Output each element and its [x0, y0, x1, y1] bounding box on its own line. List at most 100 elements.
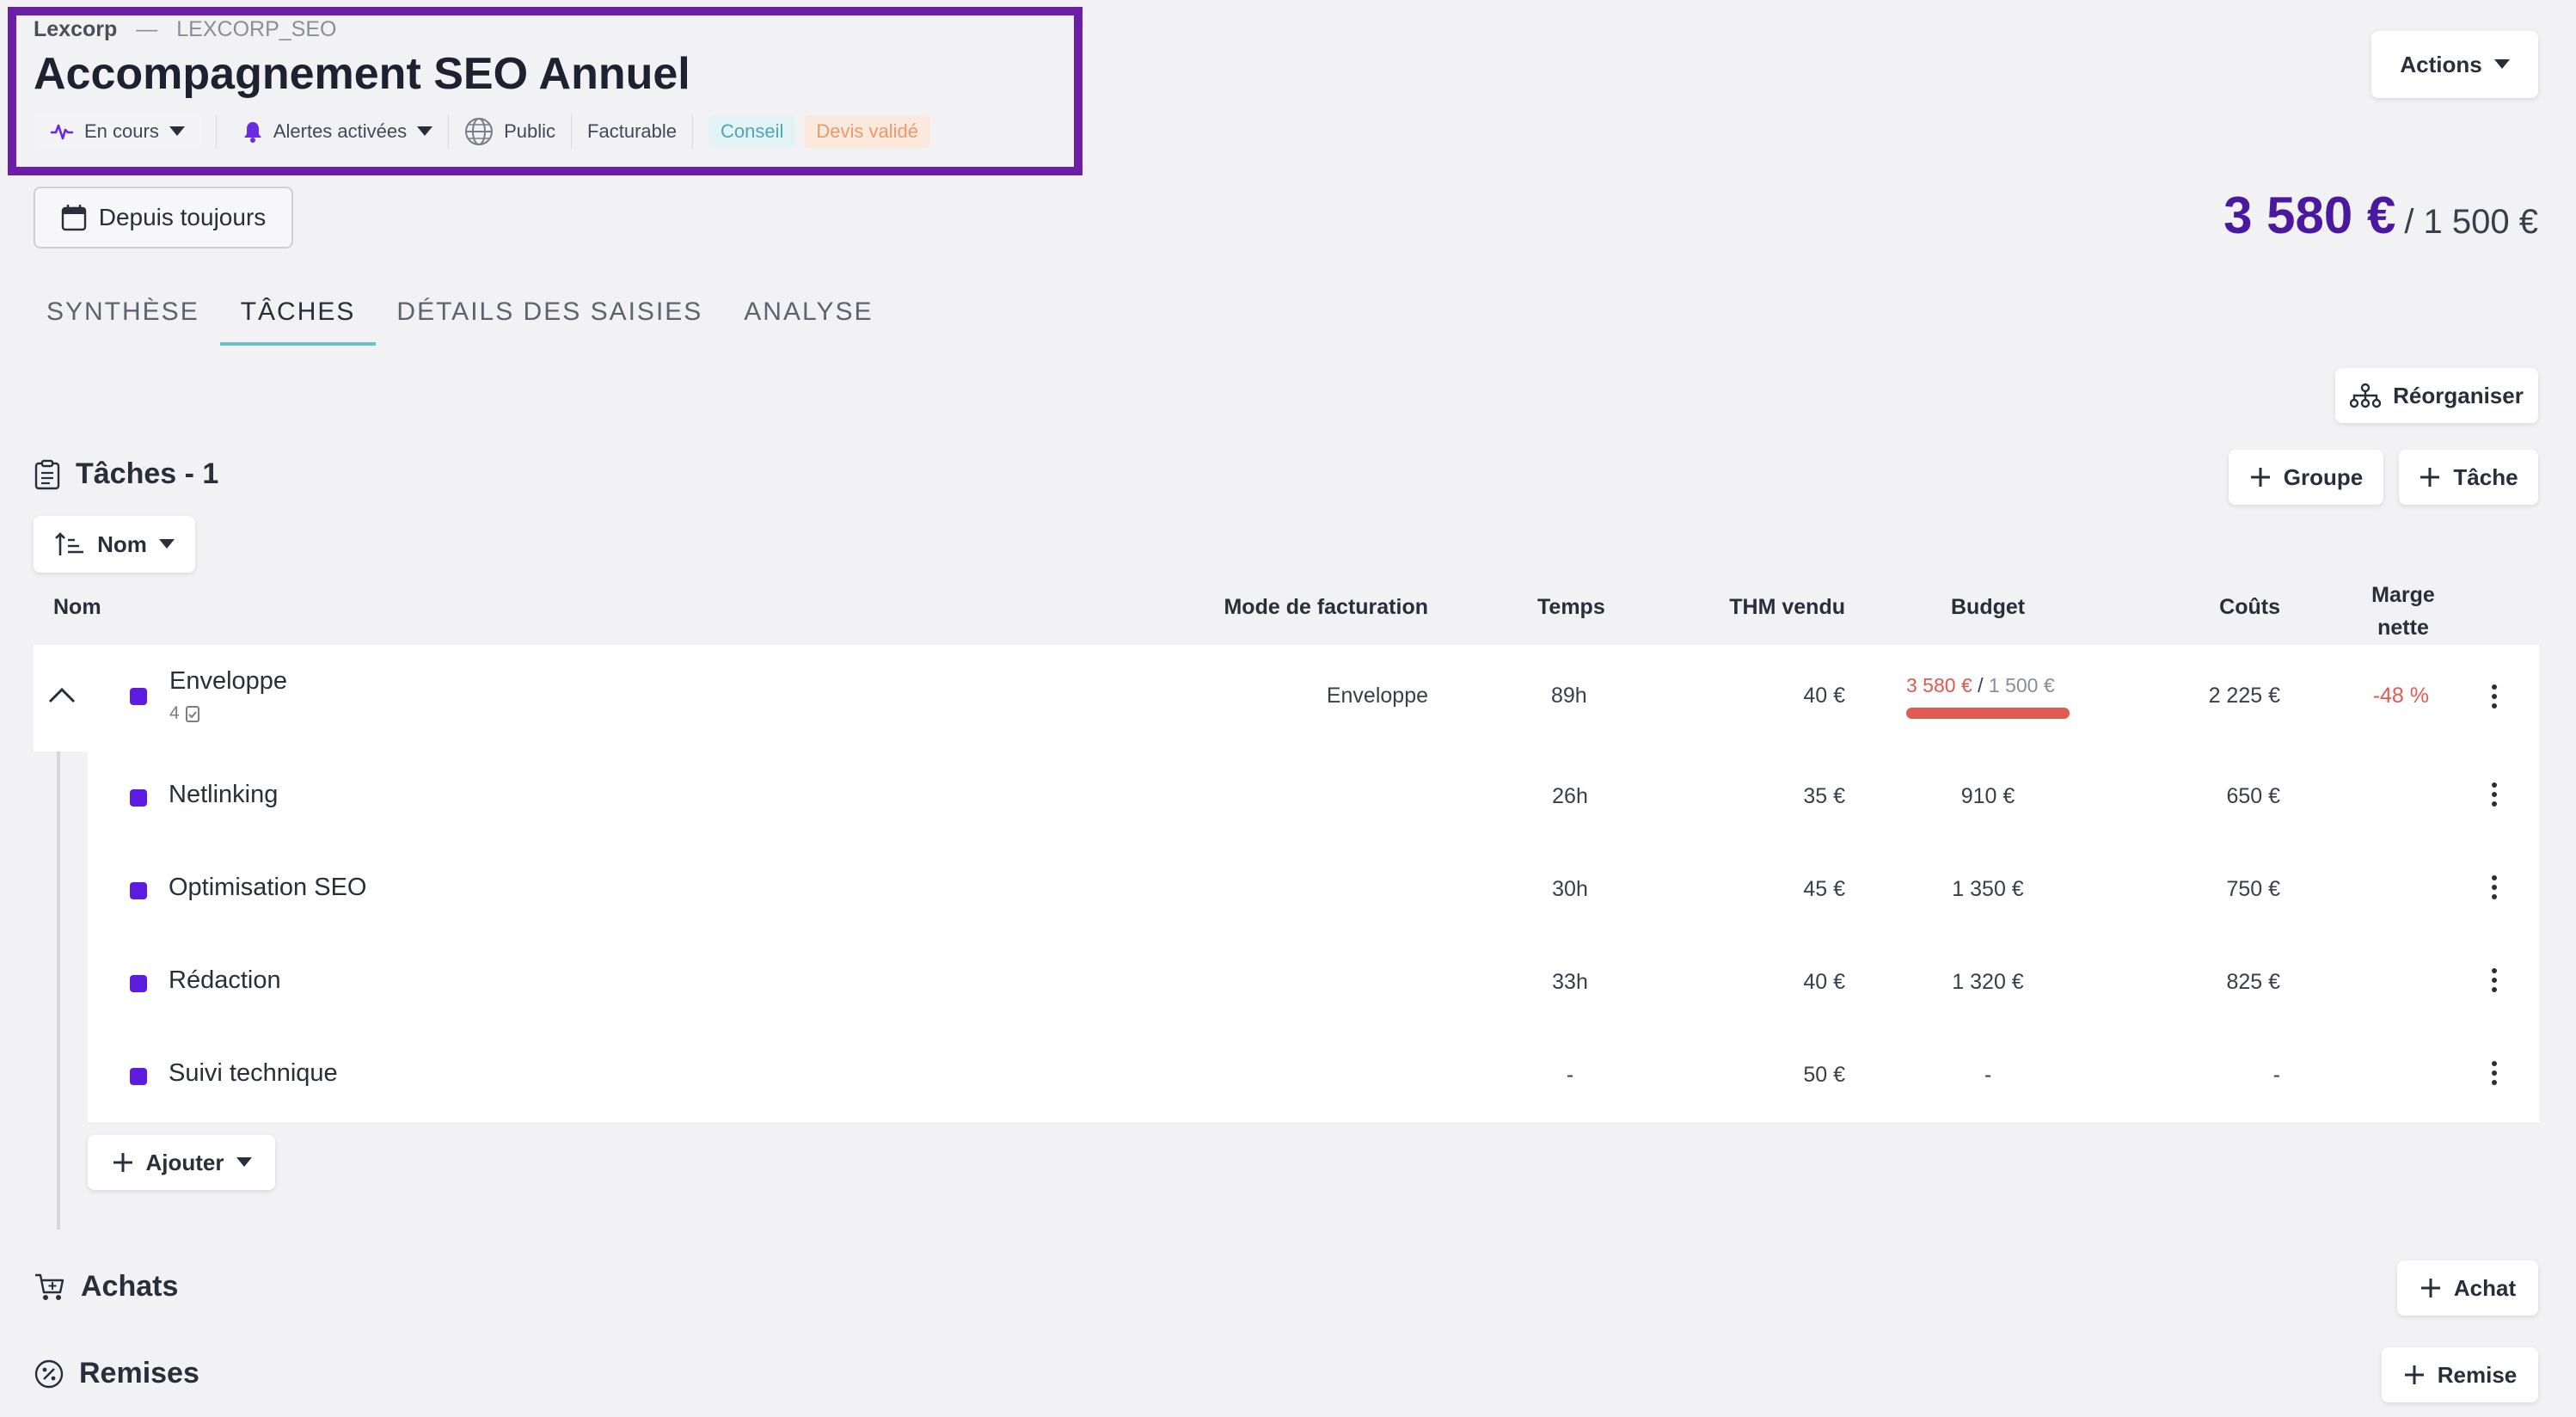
clipboard-icon — [34, 459, 60, 489]
billing-item[interactable]: Facturable — [572, 113, 692, 150]
column-header-margin[interactable]: Marge nette — [2371, 579, 2435, 644]
column-header-time[interactable]: Temps — [1537, 595, 1605, 620]
column-header-costs[interactable]: Coûts — [2219, 595, 2280, 620]
cart-icon — [35, 1273, 64, 1300]
add-purchase-label: Achat — [2453, 1274, 2517, 1301]
column-header-budget[interactable]: Budget — [1951, 595, 2025, 620]
group-count-value: 4 — [169, 703, 180, 723]
total-budget: / 1 500 € — [2404, 203, 2538, 241]
add-purchase-button[interactable]: Achat — [2397, 1261, 2538, 1316]
task-row[interactable] — [88, 751, 2539, 845]
task-color-dot — [130, 882, 147, 899]
task-costs: 825 € — [2226, 970, 2280, 994]
period-filter-button[interactable]: Depuis toujours — [34, 187, 293, 248]
task-thm: 45 € — [1803, 877, 1845, 901]
task-time: 33h — [1552, 970, 1588, 994]
status-dropdown[interactable]: En cours — [34, 113, 200, 150]
add-task-label: Tâche — [2453, 463, 2518, 490]
group-budget: 3 580 € / 1 500 € — [1906, 674, 2055, 697]
add-group-button[interactable]: Groupe — [2229, 450, 2383, 505]
alerts-label: Alertes activées — [273, 120, 408, 142]
reorganize-label: Réorganiser — [2393, 382, 2524, 408]
breadcrumb-separator: — — [136, 17, 158, 41]
task-more-icon[interactable] — [2492, 968, 2499, 997]
column-header-name[interactable]: Nom — [53, 595, 101, 620]
group-name[interactable]: Enveloppe — [169, 667, 287, 696]
task-name[interactable]: Rédaction — [169, 966, 281, 995]
caret-down-icon — [169, 126, 185, 136]
group-budget-total: 1 500 € — [1988, 674, 2055, 696]
group-budget-separator: / — [1972, 674, 1989, 696]
group-mode: Enveloppe — [1326, 684, 1428, 708]
margin-header-line2: nette — [2377, 616, 2429, 640]
tab-details-saisies[interactable]: DÉTAILS DES SAISIES — [376, 292, 723, 346]
billing-label: Facturable — [587, 120, 677, 142]
margin-header-line1: Marge — [2371, 583, 2435, 607]
tab-bar: SYNTHÈSE TÂCHES DÉTAILS DES SAISIES ANAL… — [26, 292, 893, 346]
task-time: 30h — [1552, 877, 1588, 901]
tab-taches[interactable]: TÂCHES — [219, 292, 377, 346]
discount-icon — [34, 1359, 64, 1388]
activity-icon — [51, 124, 73, 140]
bell-icon — [243, 122, 261, 143]
task-time: - — [1566, 1063, 1574, 1087]
add-item-dropdown[interactable]: Ajouter — [88, 1135, 275, 1190]
purchases-title: Achats — [81, 1270, 179, 1303]
add-task-button[interactable]: Tâche — [2399, 450, 2538, 505]
task-row[interactable] — [88, 1030, 2539, 1124]
task-color-dot — [130, 975, 147, 992]
group-budget-spent: 3 580 € — [1906, 674, 1972, 696]
hierarchy-icon — [2350, 383, 2382, 408]
add-discount-label: Remise — [2437, 1361, 2518, 1388]
budget-progress-track — [1906, 708, 2070, 719]
add-discount-button[interactable]: Remise — [2382, 1347, 2538, 1402]
group-task-count: 4 — [169, 703, 200, 724]
group-thm: 40 € — [1803, 684, 1845, 708]
caret-down-icon — [2493, 59, 2510, 69]
tag-devis-valide[interactable]: Devis validé — [804, 115, 930, 148]
tag-conseil[interactable]: Conseil — [708, 115, 796, 148]
task-row[interactable] — [88, 844, 2539, 938]
tab-analyse[interactable]: ANALYSE — [723, 292, 893, 346]
tasks-title: Tâches - 1 — [76, 457, 219, 490]
alerts-dropdown[interactable]: Alertes activées — [227, 113, 448, 150]
tab-synthese[interactable]: SYNTHÈSE — [26, 292, 220, 346]
column-header-mode[interactable]: Mode de facturation — [1224, 595, 1428, 620]
task-more-icon[interactable] — [2492, 782, 2499, 811]
task-row[interactable] — [88, 937, 2539, 1031]
sort-label: Nom — [97, 531, 147, 557]
add-item-label: Ajouter — [145, 1149, 224, 1175]
group-row[interactable] — [34, 645, 2539, 752]
globe-icon — [465, 118, 494, 145]
caret-down-icon — [417, 126, 433, 136]
chevron-up-icon[interactable] — [48, 686, 76, 703]
sort-dropdown[interactable]: Nom — [34, 516, 195, 573]
task-thm: 35 € — [1803, 784, 1845, 808]
group-more-icon[interactable] — [2492, 684, 2499, 713]
discounts-title: Remises — [79, 1357, 199, 1389]
status-label: En cours — [84, 120, 159, 142]
task-name[interactable]: Suivi technique — [169, 1059, 338, 1088]
task-more-icon[interactable] — [2492, 1061, 2499, 1089]
reorganize-button[interactable]: Réorganiser — [2335, 368, 2538, 423]
plus-icon — [2420, 468, 2440, 487]
total-spent: 3 580 € — [2223, 187, 2396, 244]
tags-group: Conseil Devis validé — [693, 113, 946, 150]
plus-icon — [2250, 468, 2270, 487]
column-header-thm[interactable]: THM vendu — [1729, 595, 1845, 620]
task-name[interactable]: Optimisation SEO — [169, 874, 366, 902]
visibility-label: Public — [504, 120, 556, 142]
actions-button[interactable]: Actions — [2371, 31, 2538, 98]
client-link[interactable]: Lexcorp — [34, 17, 117, 41]
project-total: 3 580 € / 1 500 € — [2223, 186, 2538, 245]
visibility-item[interactable]: Public — [449, 113, 571, 150]
group-tree-rail-line — [57, 751, 60, 1230]
task-budget: - — [1984, 1063, 1992, 1087]
group-color-dot — [130, 688, 147, 705]
task-more-icon[interactable] — [2492, 875, 2499, 904]
meta-divider — [215, 114, 217, 149]
plus-icon — [2404, 1365, 2424, 1384]
task-name[interactable]: Netlinking — [169, 781, 278, 809]
discounts-section-title: Remises — [34, 1357, 199, 1390]
plus-icon — [2420, 1279, 2440, 1297]
